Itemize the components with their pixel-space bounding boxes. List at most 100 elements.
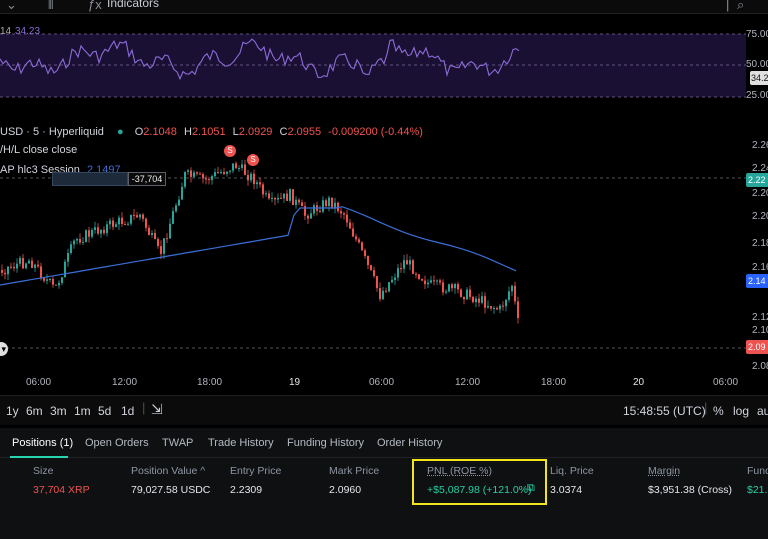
candle-body — [451, 284, 453, 289]
timeframe-6m[interactable]: 6m — [26, 404, 43, 418]
candle-body — [43, 278, 45, 281]
auto-scale-toggle[interactable]: auto — [757, 404, 768, 418]
entry-price-badge: 2.22 — [746, 173, 768, 187]
candle-body — [319, 210, 321, 212]
candle-body — [307, 215, 309, 219]
candle-body — [457, 284, 459, 290]
candle-body — [364, 250, 366, 256]
candle-body — [130, 214, 132, 224]
indicators-fx-icon[interactable]: ƒx — [88, 0, 102, 12]
candle-body — [409, 260, 411, 265]
column-header-funding[interactable]: Fund — [747, 465, 768, 477]
candle-body — [394, 277, 396, 280]
candle-body — [235, 163, 237, 169]
candle-body — [280, 197, 282, 199]
column-header-liq-price[interactable]: Liq. Price — [550, 465, 594, 477]
candle-body — [148, 227, 150, 235]
rsi-period: 14 — [0, 26, 12, 37]
column-header-position-value[interactable]: Position Value ^ — [131, 465, 205, 477]
candle-body — [223, 172, 225, 174]
candle-body — [124, 224, 126, 225]
timeframe-5d[interactable]: 5d — [98, 404, 111, 418]
candle-body — [184, 171, 186, 187]
candle-body — [400, 268, 402, 270]
candle-body — [259, 182, 261, 185]
candle-body — [295, 199, 297, 205]
candle-body — [514, 285, 516, 302]
timeframe-1m[interactable]: 1m — [74, 404, 91, 418]
tab-funding-history[interactable]: Funding History — [287, 437, 364, 449]
candle-body — [406, 260, 408, 265]
tab-trade-history[interactable]: Trade History — [208, 437, 274, 449]
cell-entry-price: 2.2309 — [230, 484, 263, 496]
high-value: 2.1051 — [191, 126, 226, 138]
candle-style-icon[interactable]: ⫴ — [48, 0, 53, 13]
timeframe-1y[interactable]: 1y — [6, 404, 19, 418]
study-legend-1[interactable]: /H/L close close — [0, 144, 77, 156]
candle-body — [517, 301, 519, 318]
candle-body — [88, 230, 90, 237]
candle-body — [415, 273, 417, 275]
utc-clock[interactable]: 15:48:55 (UTC) — [623, 404, 706, 418]
sell-marker[interactable]: S — [224, 145, 236, 157]
candle-body — [136, 215, 138, 218]
candle-body — [1, 270, 3, 273]
candle-body — [424, 280, 426, 285]
position-qty-pill[interactable]: -37,704 — [128, 172, 166, 186]
candle-body — [466, 289, 468, 300]
timeframe-3m[interactable]: 3m — [50, 404, 67, 418]
tab-twap[interactable]: TWAP — [162, 437, 193, 449]
column-header-entry-price[interactable]: Entry Price — [230, 465, 281, 477]
indicators-button[interactable]: Indicators — [107, 0, 159, 10]
time-tick: 06:00 — [26, 377, 52, 388]
candle-body — [166, 238, 168, 240]
candle-body — [31, 260, 33, 268]
candle-body — [385, 290, 387, 292]
tab-order-history[interactable]: Order History — [377, 437, 442, 449]
candle-body — [346, 214, 348, 223]
column-header-size[interactable]: Size — [33, 465, 53, 477]
candle-body — [439, 280, 441, 283]
dropdown-chevron-icon[interactable]: ⌄ — [6, 0, 17, 13]
candle-body — [202, 174, 204, 179]
price-chart-pane[interactable]: USD · 5 · Hyperliquid ● O2.1048 H2.1051 … — [0, 120, 768, 394]
candle-body — [196, 172, 198, 174]
candle-body — [28, 260, 30, 264]
candle-body — [7, 266, 9, 275]
sell-marker[interactable]: S — [247, 154, 259, 166]
candle-body — [244, 164, 246, 175]
position-line-pill[interactable] — [52, 172, 128, 186]
timeframe-1d[interactable]: 1d — [121, 404, 134, 418]
rsi-pane[interactable]: 14 34.23 75.00 50.00 25.00 34.23 — [0, 14, 768, 118]
date-range-icon[interactable]: ⇲ — [151, 401, 163, 418]
log-scale-toggle[interactable]: log — [733, 404, 749, 418]
candle-body — [19, 258, 21, 264]
column-header-mark-price[interactable]: Mark Price — [329, 465, 379, 477]
candle-body — [55, 284, 57, 286]
candle-body — [22, 258, 24, 269]
candle-body — [355, 236, 357, 240]
candle-body — [52, 279, 54, 285]
search-icon[interactable]: ⌕ — [737, 0, 744, 13]
candle-body — [343, 213, 345, 215]
tab-positions[interactable]: Positions (1) — [12, 437, 73, 449]
candle-body — [454, 284, 456, 289]
rsi-value: 34.23 — [15, 26, 41, 37]
candle-body — [442, 282, 444, 293]
price-tick: 2.08 — [752, 361, 768, 372]
tab-open-orders[interactable]: Open Orders — [85, 437, 149, 449]
rsi-tick-75: 75.00 — [746, 29, 768, 40]
price-chart — [0, 159, 746, 349]
cell-liq-price: 3.0374 — [550, 484, 583, 496]
candle-body — [286, 193, 288, 201]
rsi-tick-50: 50.00 — [746, 59, 768, 70]
candle-body — [397, 268, 399, 278]
column-header-margin[interactable]: Margin — [648, 465, 680, 477]
price-tick: 2.20 — [752, 188, 768, 199]
symbol-label[interactable]: USD · 5 · Hyperliquid — [0, 126, 104, 138]
candle-body — [421, 279, 423, 281]
candle-body — [502, 305, 504, 307]
cell-size[interactable]: 37,704 XRP — [33, 484, 90, 496]
candle-body — [154, 233, 156, 239]
percent-scale-toggle[interactable]: % — [713, 404, 724, 418]
